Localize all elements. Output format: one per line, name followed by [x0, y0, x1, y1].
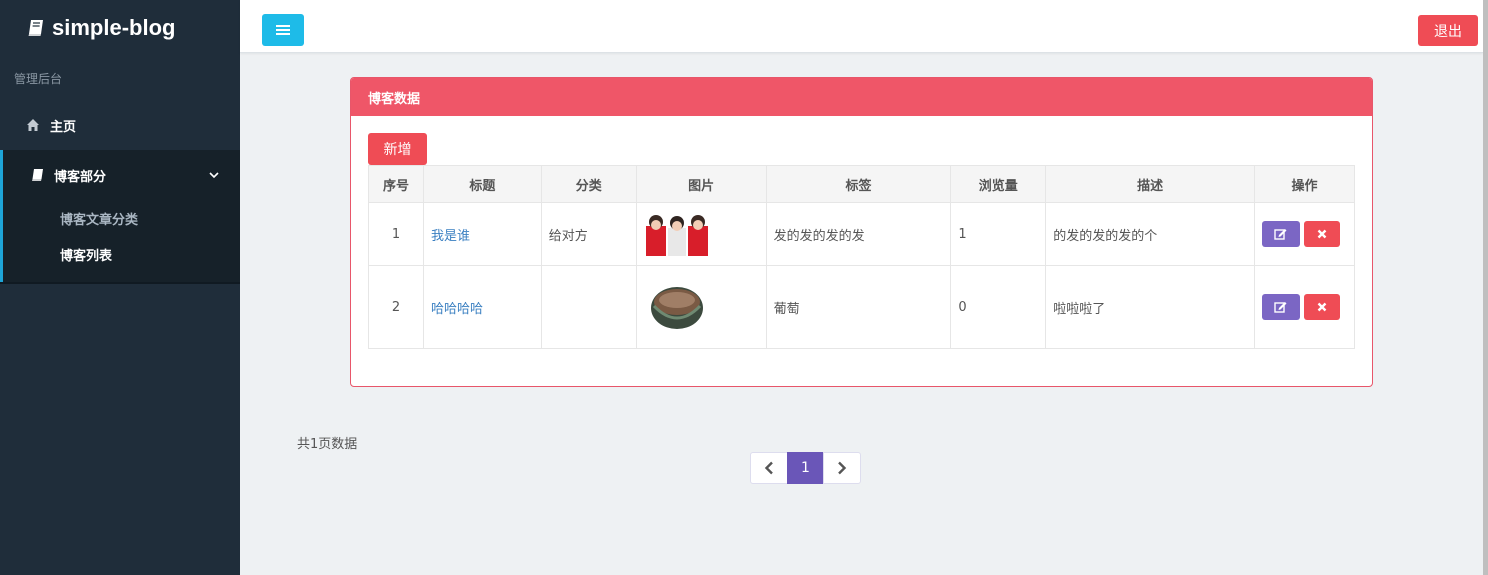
brand[interactable]: simple-blog: [0, 0, 240, 56]
cell-tags: 发的发的发的发: [765, 202, 952, 266]
sidebar-group-label: 博客部分: [54, 169, 107, 185]
cell-image: [635, 202, 767, 266]
table-row: 1 我是谁 给对方 发的发的发的发 1 的发的发的发的个: [368, 202, 1356, 266]
edit-icon: [1274, 229, 1287, 240]
pagination: 1: [750, 452, 861, 484]
topbar: 退出: [240, 0, 1483, 53]
sidebar-divider: [0, 282, 240, 284]
cell-category: [540, 265, 637, 349]
cell-title: 我是谁: [422, 202, 542, 266]
logout-button[interactable]: 退出: [1418, 15, 1478, 46]
col-actions-header: 操作: [1253, 165, 1356, 203]
edit-button[interactable]: [1261, 221, 1300, 247]
next-page-button[interactable]: [823, 452, 861, 484]
book-icon: [28, 20, 43, 36]
blog-table: 序号 标题 分类 图片 标签 浏览量 描述 操作 1 我是谁 给对方 发的发的发…: [368, 165, 1356, 349]
col-title-header: 标题: [422, 165, 542, 203]
close-icon: [1317, 229, 1327, 239]
table-header-row: 序号 标题 分类 图片 标签 浏览量 描述 操作: [368, 165, 1356, 203]
cell-actions: [1253, 202, 1356, 266]
col-desc-header: 描述: [1045, 165, 1255, 203]
cell-views: 1: [950, 202, 1047, 266]
edit-icon: [1274, 302, 1287, 313]
prev-page-button[interactable]: [750, 452, 788, 484]
cell-image: [635, 265, 767, 349]
cell-views: 0: [950, 265, 1047, 349]
edit-button[interactable]: [1261, 294, 1300, 320]
book-icon: [32, 169, 43, 181]
page-info: 共1页数据: [297, 437, 358, 452]
scrollbar[interactable]: [1483, 0, 1488, 575]
sidebar-item-home[interactable]: 主页: [0, 100, 240, 150]
sidebar-item-label: 主页: [50, 119, 77, 135]
panel-title: 博客数据: [351, 78, 1372, 116]
cell-index: 2: [368, 265, 424, 349]
cell-desc: 的发的发的发的个: [1045, 202, 1255, 266]
delete-button[interactable]: [1303, 294, 1340, 320]
cell-desc: 啦啦啦了: [1045, 265, 1255, 349]
post-thumbnail-image: [643, 212, 710, 256]
chevron-down-icon: [209, 172, 219, 179]
menu-toggle-button[interactable]: [262, 14, 304, 46]
title-link[interactable]: 哈哈哈哈: [431, 302, 483, 317]
cell-tags: 葡萄: [765, 265, 952, 349]
col-views-header: 浏览量: [950, 165, 1047, 203]
col-category-header: 分类: [540, 165, 637, 203]
table-row: 2 哈哈哈哈 葡萄 0 啦啦啦了: [368, 265, 1356, 349]
cell-index: 1: [368, 202, 424, 266]
add-button[interactable]: 新增: [368, 133, 427, 165]
brand-name: simple-blog: [52, 15, 176, 40]
close-icon: [1317, 302, 1327, 312]
current-page-button[interactable]: 1: [787, 452, 824, 484]
sidebar-item-blog-list[interactable]: 博客列表: [3, 236, 240, 272]
sidebar: simple-blog 管理后台 主页 博客部分 博客文章分类 博客列表: [0, 0, 240, 575]
post-thumbnail-image: [643, 282, 710, 332]
col-index-header: 序号: [368, 165, 424, 203]
cell-actions: [1253, 265, 1356, 349]
chevron-left-icon: [764, 461, 773, 475]
section-label: 管理后台: [14, 72, 63, 86]
hamburger-icon: [276, 25, 290, 35]
sidebar-group-toggle[interactable]: 博客部分: [3, 150, 240, 200]
col-tags-header: 标签: [765, 165, 952, 203]
col-image-header: 图片: [635, 165, 767, 203]
cell-category: 给对方: [540, 202, 637, 266]
delete-button[interactable]: [1303, 221, 1340, 247]
sidebar-item-blog-category[interactable]: 博客文章分类: [3, 200, 240, 236]
home-icon: [27, 119, 39, 131]
sidebar-group-blog: 博客部分 博客文章分类 博客列表: [0, 150, 240, 282]
chevron-right-icon: [838, 461, 847, 475]
cell-title: 哈哈哈哈: [422, 265, 542, 349]
title-link[interactable]: 我是谁: [431, 229, 470, 244]
blog-data-panel: 博客数据 新增 序号 标题 分类 图片 标签 浏览量 描述 操作 1 我是谁 给…: [350, 77, 1373, 387]
